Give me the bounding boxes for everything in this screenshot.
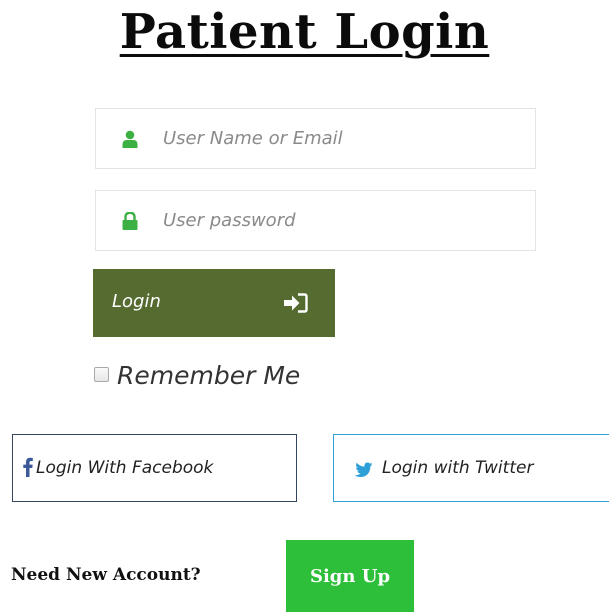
- twitter-login-label: Login with Twitter: [382, 458, 534, 478]
- login-button[interactable]: Login: [93, 269, 335, 337]
- facebook-login-label: Login With Facebook: [36, 458, 214, 478]
- remember-me-checkbox[interactable]: [94, 367, 109, 382]
- sign-up-button[interactable]: Sign Up: [286, 540, 414, 612]
- lock-icon: [122, 211, 138, 230]
- username-input[interactable]: [163, 109, 523, 168]
- facebook-login-button[interactable]: Login With Facebook: [12, 434, 297, 502]
- twitter-login-button[interactable]: Login with Twitter: [333, 434, 609, 502]
- user-icon: [122, 130, 138, 148]
- username-field[interactable]: [95, 108, 536, 169]
- page-title: Patient Login: [119, 4, 490, 60]
- password-input[interactable]: [163, 191, 523, 250]
- password-field[interactable]: [95, 190, 536, 251]
- sign-in-icon: [284, 293, 308, 313]
- need-account-prompt: Need New Account?: [11, 565, 201, 585]
- twitter-icon: [353, 462, 373, 479]
- remember-me-label: Remember Me: [117, 361, 301, 390]
- login-button-label: Login: [112, 291, 161, 312]
- facebook-icon: [23, 457, 33, 477]
